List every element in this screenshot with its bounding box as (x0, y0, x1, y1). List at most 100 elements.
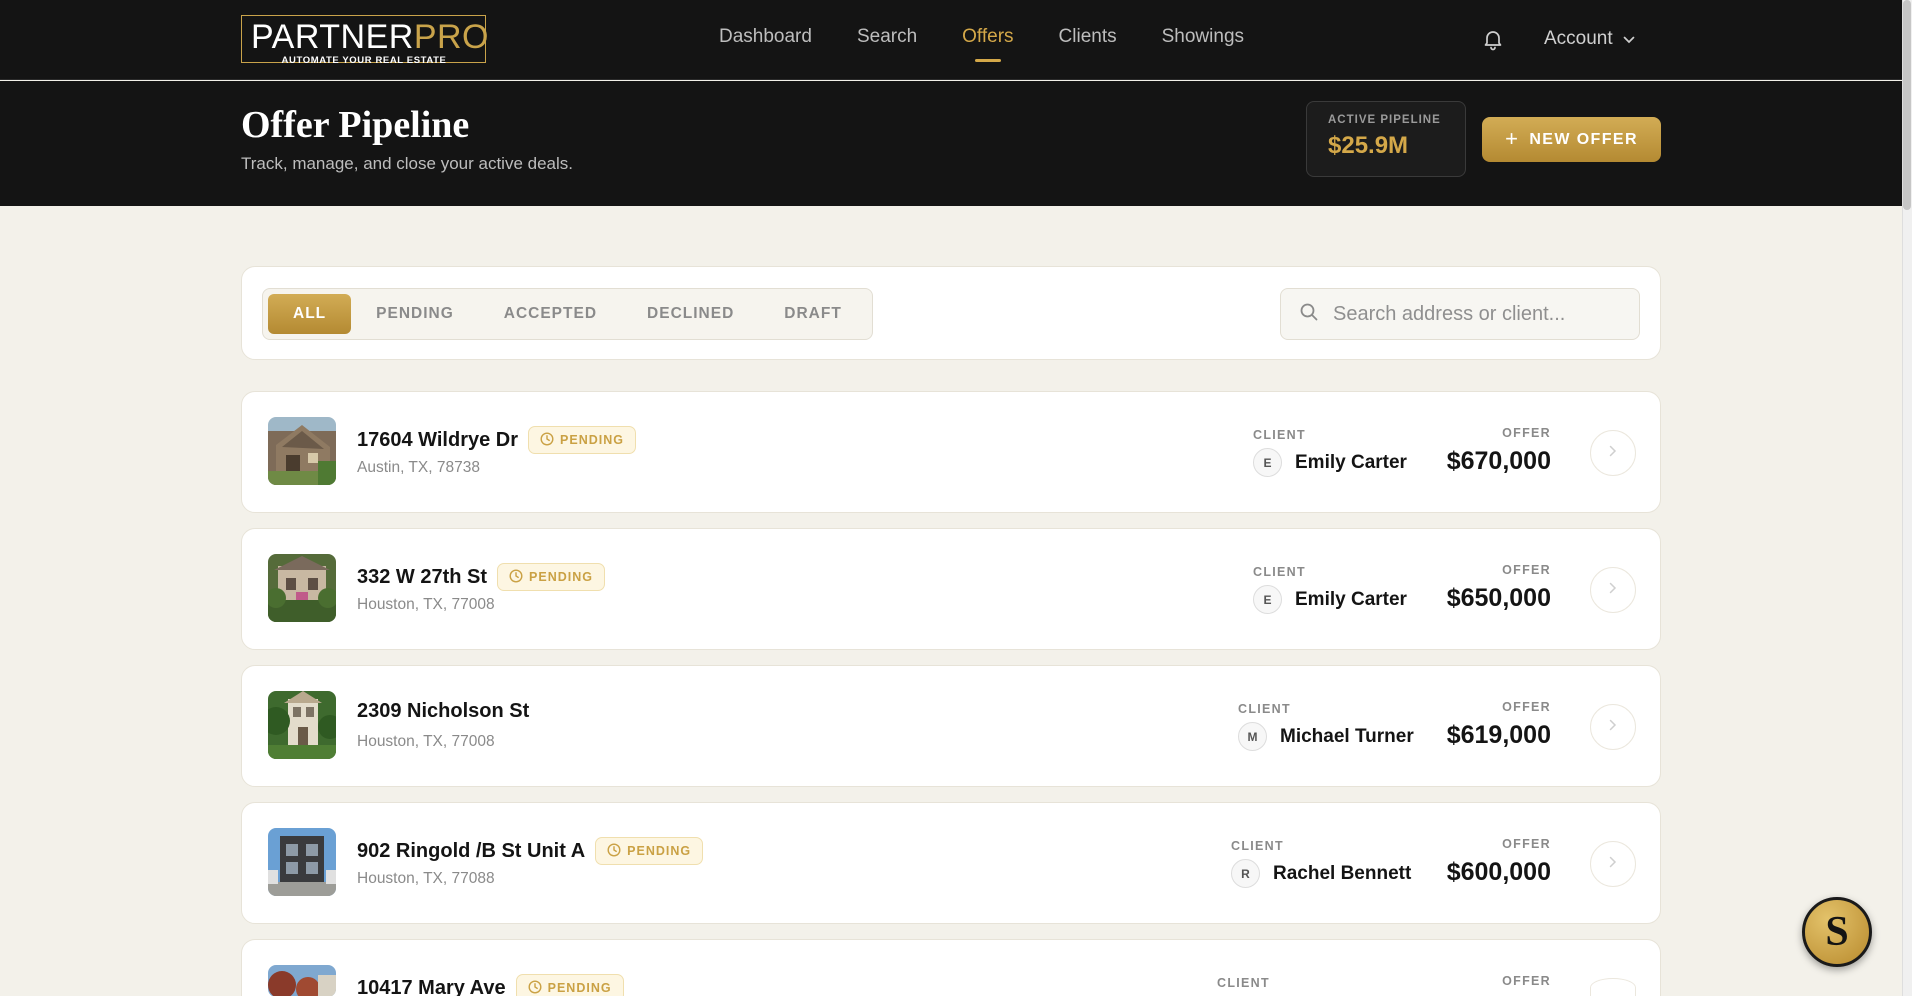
logo-tagline: AUTOMATE YOUR REAL ESTATE (281, 55, 447, 66)
scrollbar-thumb[interactable] (1903, 0, 1911, 210)
client-name: Emily Carter (1295, 451, 1407, 473)
search-icon (1299, 302, 1319, 327)
client-label: CLIENT (1231, 839, 1284, 853)
nav-offers[interactable]: Offers (962, 26, 1014, 62)
property-thumbnail (268, 554, 336, 622)
logo[interactable]: PARTNERPRO AUTOMATE YOUR REAL ESTATE (241, 15, 489, 66)
address-line: 332 W 27th St PENDING (357, 563, 605, 591)
new-offer-button[interactable]: + NEW OFFER (1482, 117, 1661, 162)
property-address: 17604 Wildrye Dr (357, 428, 519, 451)
address-line: 2309 Nicholson St (357, 700, 529, 723)
client-info: CLIENT E Emily Carter (1253, 565, 1407, 614)
status-badge: PENDING (515, 974, 624, 996)
client-info: CLIENT (1217, 976, 1270, 990)
client-label: CLIENT (1217, 976, 1270, 990)
avatar: E (1253, 448, 1282, 477)
tab-accepted[interactable]: ACCEPTED (479, 294, 622, 334)
nav-showings[interactable]: Showings (1162, 26, 1244, 48)
client-label: CLIENT (1253, 428, 1306, 442)
status-text: PENDING (627, 844, 692, 858)
search-box (1280, 288, 1640, 340)
nav-search[interactable]: Search (857, 26, 917, 48)
account-menu[interactable]: Account (1544, 28, 1635, 50)
nav-clients[interactable]: Clients (1059, 26, 1117, 48)
property-thumbnail (268, 965, 336, 996)
offer-label: OFFER (1502, 974, 1551, 988)
client-name: Emily Carter (1295, 588, 1407, 610)
account-label: Account (1544, 28, 1613, 49)
new-offer-label: NEW OFFER (1529, 130, 1638, 148)
client-info: CLIENT E Emily Carter (1253, 428, 1407, 477)
tab-pending[interactable]: PENDING (351, 294, 479, 334)
property-city: Houston, TX, 77008 (357, 596, 495, 613)
filter-bar: ALL PENDING ACCEPTED DECLINED DRAFT (241, 266, 1661, 360)
client-info: CLIENT R Rachel Bennett (1231, 839, 1411, 888)
offer-info: OFFER $670,000 (1447, 426, 1551, 476)
offer-label: OFFER (1502, 700, 1551, 714)
open-offer-button[interactable] (1590, 978, 1636, 996)
property-thumbnail (268, 691, 336, 759)
property-city: Houston, TX, 77088 (357, 870, 495, 887)
avatar: R (1231, 859, 1260, 888)
assistant-button[interactable]: S (1802, 897, 1872, 967)
offer-row[interactable]: 902 Ringold /B St Unit A PENDING Houston… (241, 802, 1661, 924)
status-badge: PENDING (497, 563, 605, 591)
page-scrollbar[interactable] (1902, 0, 1912, 996)
address-line: 10417 Mary Ave PENDING (357, 974, 624, 996)
client-label: CLIENT (1253, 565, 1306, 579)
client-info: CLIENT M Michael Turner (1238, 702, 1414, 751)
property-address: 10417 Mary Ave (357, 976, 506, 996)
offer-info: OFFER $619,000 (1447, 700, 1551, 750)
clock-icon (528, 979, 542, 996)
status-text: PENDING (547, 981, 612, 995)
property-address: 2309 Nicholson St (357, 700, 530, 722)
search-input[interactable] (1333, 302, 1623, 326)
status-badge: PENDING (528, 426, 636, 454)
offer-row[interactable]: 17604 Wildrye Dr PENDING Austin, TX, 787… (241, 391, 1661, 513)
clock-icon (509, 568, 523, 586)
pipeline-label: ACTIVE PIPELINE (1328, 114, 1441, 126)
property-address: 902 Ringold /B St Unit A (357, 839, 586, 862)
property-thumbnail (268, 828, 336, 896)
open-offer-button[interactable] (1590, 841, 1636, 887)
chevron-down-icon (1623, 28, 1635, 50)
bell-icon[interactable] (1481, 27, 1505, 51)
chevron-right-icon (1609, 718, 1617, 736)
offer-amount: $650,000 (1446, 584, 1551, 612)
status-badge: PENDING (595, 837, 704, 865)
pipeline-value: $25.9M (1328, 132, 1409, 159)
property-thumbnail (268, 417, 336, 485)
tab-draft[interactable]: DRAFT (759, 294, 867, 334)
offer-label: OFFER (1502, 426, 1551, 440)
logo-text-partner: PARTNER (251, 18, 414, 56)
client-name: Michael Turner (1280, 725, 1414, 747)
open-offer-button[interactable] (1590, 567, 1636, 613)
avatar: M (1238, 722, 1267, 751)
tab-declined[interactable]: DECLINED (622, 294, 759, 334)
client-label: CLIENT (1238, 702, 1291, 716)
property-address: 332 W 27th St (357, 565, 488, 588)
chevron-right-icon (1609, 581, 1617, 599)
offer-amount: $619,000 (1446, 721, 1551, 749)
open-offer-button[interactable] (1590, 704, 1636, 750)
offer-info: OFFER $600,000 (1447, 837, 1551, 887)
offer-info: OFFER (1502, 974, 1551, 988)
page-subtitle: Track, manage, and close your active dea… (241, 154, 573, 173)
offer-row[interactable]: 10417 Mary Ave PENDING CLIENT OFFER (241, 939, 1661, 996)
logo-wordmark: PARTNERPRO (251, 18, 489, 56)
address-line: 902 Ringold /B St Unit A PENDING (357, 837, 704, 865)
offer-row[interactable]: 332 W 27th St PENDING Houston, TX, 77008… (241, 528, 1661, 650)
offer-amount: $600,000 (1446, 858, 1551, 886)
active-pipeline-card: ACTIVE PIPELINE $25.9M (1306, 101, 1466, 177)
offer-row[interactable]: 2309 Nicholson St Houston, TX, 77008 CLI… (241, 665, 1661, 787)
property-city: Austin, TX, 78738 (357, 459, 480, 476)
client-row: R Rachel Bennett (1231, 859, 1411, 888)
open-offer-button[interactable] (1590, 430, 1636, 476)
client-row: E Emily Carter (1253, 585, 1407, 614)
address-line: 17604 Wildrye Dr PENDING (357, 426, 636, 454)
offer-label: OFFER (1502, 837, 1551, 851)
nav-dashboard[interactable]: Dashboard (719, 26, 812, 48)
tab-all[interactable]: ALL (268, 294, 352, 334)
page-title: Offer Pipeline (241, 104, 470, 146)
plus-icon: + (1505, 125, 1520, 151)
